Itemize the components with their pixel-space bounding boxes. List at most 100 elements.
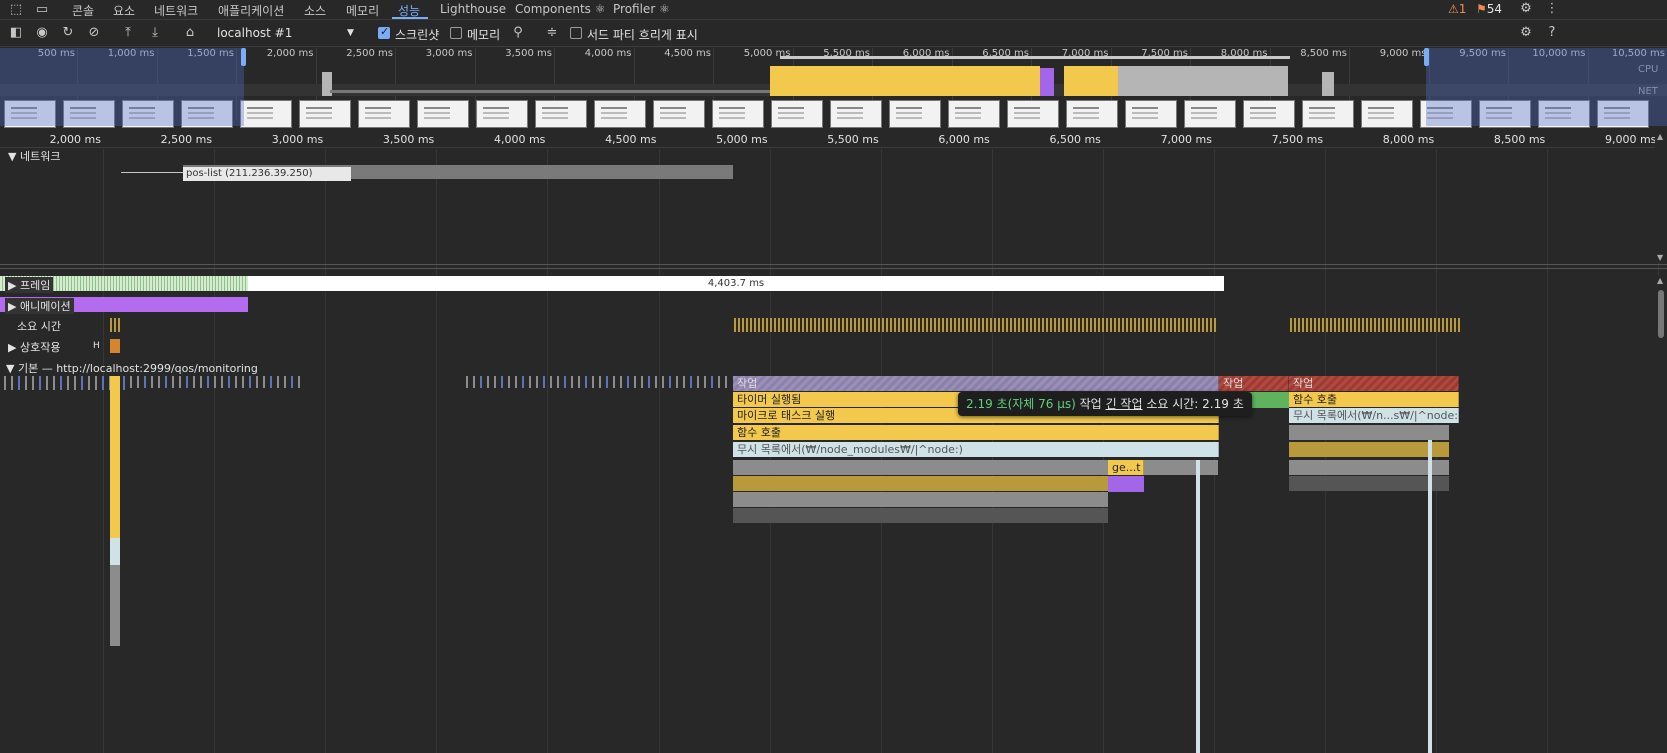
timing-mark [1438, 318, 1440, 332]
scroll-down-icon[interactable]: ▼ [1657, 253, 1663, 262]
inspect-element-icon[interactable]: ⬚ [8, 2, 24, 18]
screenshot-thumbnail[interactable] [712, 100, 764, 128]
screenshot-thumbnail[interactable] [889, 100, 941, 128]
interaction-bar[interactable] [110, 339, 120, 353]
long-frame-bar[interactable]: 4,403.7 ms [248, 276, 1224, 291]
network-track-divider[interactable] [0, 264, 1667, 269]
flame-scrollbar[interactable]: ▲ [1655, 276, 1667, 753]
task-bar-3[interactable]: 작업 [1289, 376, 1459, 391]
screenshot-thumbnail[interactable] [417, 100, 469, 128]
screenshot-thumbnail[interactable] [240, 100, 292, 128]
selection-left-handle[interactable] [241, 48, 246, 66]
scroll-up-icon[interactable]: ▲ [1657, 132, 1663, 141]
target-select[interactable]: localhost #1 [217, 26, 292, 40]
small-task-mark [207, 376, 209, 388]
screenshot-thumbnail[interactable] [1361, 100, 1413, 128]
tab-lighthouse[interactable]: Lighthouse [440, 2, 506, 16]
screenshot-thumbnail[interactable] [1184, 100, 1236, 128]
screenshot-thumbnail[interactable] [1066, 100, 1118, 128]
download-icon[interactable]: ⤓ [147, 25, 163, 41]
toggle-sidebar-icon[interactable]: ◧ [8, 25, 24, 41]
warning-counter[interactable]: ⚠1 [1448, 2, 1466, 16]
tab-components[interactable]: Components ⚛ [515, 2, 606, 16]
frames-track-label[interactable]: ▶ 프레임 [5, 277, 54, 293]
small-task-mark [718, 376, 720, 388]
timing-mark [1154, 318, 1156, 332]
tab-sources[interactable]: 소스 [304, 2, 326, 19]
timing-mark [958, 318, 960, 332]
interaction-marker-label: H [93, 341, 100, 351]
timeline-overview[interactable]: 500 ms 1,000 ms 1,500 ms 2,000 ms 2,500 ms 3,… [0, 48, 1667, 128]
home-icon[interactable]: ⌂ [182, 25, 198, 41]
main-gridline [325, 149, 327, 753]
small-task-mark [123, 376, 125, 390]
screenshot-thumbnail[interactable] [1125, 100, 1177, 128]
third-party-checkbox[interactable] [570, 27, 582, 39]
scroll-thumb[interactable] [1658, 290, 1664, 338]
selection-right-handle[interactable] [1424, 48, 1429, 66]
screenshot-thumbnail[interactable] [299, 100, 351, 128]
tab-application[interactable]: 애플리케이션 [218, 2, 284, 19]
network-track-label[interactable]: ▼ 네트워크 [8, 148, 60, 164]
tab-memory[interactable]: 메모리 [346, 2, 379, 19]
get-function-bar[interactable]: ge...t [1108, 460, 1144, 475]
screenshot-thumbnail[interactable] [948, 100, 1000, 128]
record-icon[interactable]: ◉ [34, 25, 50, 41]
capture-settings-icon[interactable]: ⚙ [1518, 25, 1534, 41]
screenshots-checkbox[interactable] [378, 25, 390, 39]
task-bar-1[interactable]: 작업 [733, 376, 1219, 391]
help-icon[interactable]: ? [1544, 25, 1560, 41]
main-gridline [1547, 149, 1549, 753]
memory-checkbox[interactable] [450, 27, 462, 39]
screenshot-thumbnail[interactable] [653, 100, 705, 128]
device-toolbar-icon[interactable]: ▭ [34, 2, 50, 18]
screenshot-thumbnail[interactable] [594, 100, 646, 128]
timing-mark [1350, 318, 1352, 332]
timing-mark [934, 318, 936, 332]
tab-console[interactable]: 콘솔 [72, 2, 94, 19]
settings-gear-icon[interactable]: ⚙ [1518, 1, 1534, 17]
tab-elements[interactable]: 요소 [113, 2, 135, 19]
screenshot-thumbnail[interactable] [535, 100, 587, 128]
screenshot-thumbnail[interactable] [1302, 100, 1354, 128]
screenshot-thumbnail[interactable] [771, 100, 823, 128]
screenshot-thumbnail[interactable] [358, 100, 410, 128]
timing-mark [1410, 318, 1412, 332]
timing-mark [1398, 318, 1400, 332]
small-task-mark [676, 376, 678, 388]
timing-mark [1346, 318, 1348, 332]
tab-network[interactable]: 네트워크 [154, 2, 198, 19]
overview-tick-label: 3,500 ms [505, 48, 552, 59]
animations-track-label[interactable]: ▶ 애니메이션 [5, 298, 74, 314]
network-request-bar[interactable]: pos-list (211.236.39.250) [183, 165, 733, 181]
timing-mark [758, 318, 760, 332]
clear-icon[interactable]: ⊘ [86, 25, 102, 41]
function-call-bar-1[interactable]: 함수 호출 [733, 425, 1219, 440]
chevron-down-icon[interactable]: ▼ [347, 28, 354, 38]
reload-record-icon[interactable]: ↻ [60, 25, 76, 41]
timing-mark [774, 318, 776, 332]
timing-mark [1426, 318, 1428, 332]
screenshot-thumbnail[interactable] [476, 100, 528, 128]
upload-icon[interactable]: ⤒ [120, 25, 136, 41]
task-bar-2[interactable]: 작업 [1219, 376, 1289, 391]
screenshot-thumbnail[interactable] [1007, 100, 1059, 128]
ignore-list-bar-2[interactable]: 무시 목록에서(₩/n...s₩/|^node:) [1289, 408, 1459, 423]
collapse-tracks-icon[interactable]: ≑ [544, 25, 560, 41]
more-options-icon[interactable]: ⋮ [1544, 1, 1560, 17]
function-call-bar-2[interactable]: 함수 호출 [1289, 392, 1459, 407]
tooltip-long-task-link[interactable]: 긴 작업 [1106, 397, 1143, 411]
broom-icon[interactable]: ⚲ [510, 25, 526, 41]
small-task-mark [214, 376, 216, 388]
ignore-list-bar-1[interactable]: 무시 목록에서(₩/node_modules₩/|^node:) [733, 442, 1219, 457]
network-scrollbar[interactable]: ▲ ▼ [1655, 132, 1667, 262]
issue-counter[interactable]: ⚑54 [1476, 2, 1502, 16]
timing-mark [1342, 318, 1344, 332]
screenshot-thumbnail[interactable] [830, 100, 882, 128]
interactions-track-label[interactable]: ▶ 상호작용 [8, 339, 60, 355]
scroll-up-icon-2[interactable]: ▲ [1657, 276, 1663, 285]
overview-tick-label: 3,000 ms [425, 48, 473, 59]
screenshot-thumbnail[interactable] [1243, 100, 1295, 128]
main-thread-label[interactable]: ▼ 기본 — http://localhost:2999/qos/monitor… [6, 360, 258, 376]
tab-profiler[interactable]: Profiler ⚛ [613, 2, 670, 16]
